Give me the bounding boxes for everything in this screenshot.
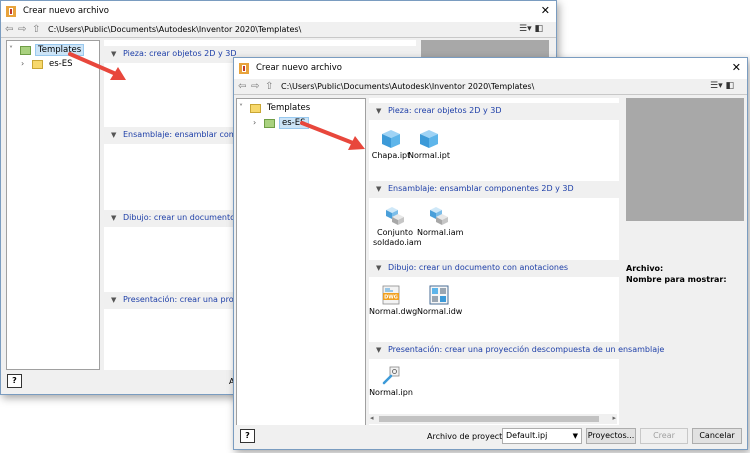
dwg-drawing-icon: DWG — [382, 285, 400, 305]
project-file-label: Archivo de proyecto: — [427, 432, 510, 441]
projects-button[interactable]: Proyectos... — [586, 428, 636, 444]
file-name: Normal.ipn — [369, 388, 413, 397]
back-window-title: Crear nuevo archivo — [23, 6, 109, 16]
annotation-arrow-2 — [300, 121, 365, 150]
front-titlebar: Crear nuevo archivo ✕ — [234, 58, 747, 79]
section-title-ensamblaje: Ensamblaje: ensamblar componentes 2D y 3… — [388, 184, 574, 193]
section-title-dibujo: Dibujo: crear un documento con anotacion… — [388, 263, 569, 272]
file-name: Conjunto soldado.iam — [373, 228, 422, 247]
presentation-icon — [382, 366, 400, 385]
scroll-left-icon[interactable]: ◂ — [370, 414, 374, 422]
folder-icon — [264, 119, 275, 128]
template-file-normal-ipn[interactable]: Normal.ipn — [369, 366, 413, 398]
collapse-triangle-icon: ▼ — [376, 264, 382, 272]
back-path-bar: ⇦ ⇨ ⇧ C:\Users\Public\Documents\Autodesk… — [1, 22, 556, 38]
back-nav-forward-icon[interactable]: ⇨ — [18, 24, 26, 35]
file-name: Normal.ipt — [408, 151, 450, 160]
back-nav-up-icon[interactable]: ⇧ — [32, 24, 40, 35]
section-header-pieza[interactable]: ▼ Pieza: crear objetos 2D y 3D — [369, 103, 619, 120]
template-file-conjunto-soldado-iam[interactable]: Conjunto soldado.iam — [373, 206, 422, 248]
inventor-app-icon — [6, 6, 16, 17]
section-header-presentacion[interactable]: ▼ Presentación: crear una proyección des… — [369, 342, 664, 359]
front-nav-up-icon[interactable]: ⇧ — [265, 81, 273, 92]
chevron-down-icon: ▼ — [572, 432, 578, 440]
file-info-label: Archivo: — [626, 264, 664, 273]
scroll-right-icon[interactable]: ▸ — [612, 414, 616, 422]
dwg-badge-text: DWG — [384, 295, 398, 301]
front-path-bar: ⇦ ⇨ ⇧ C:\Users\Public\Documents\Autodesk… — [234, 79, 747, 95]
project-file-select[interactable]: Default.ipj ▼ — [502, 428, 582, 444]
collapse-triangle-icon: ▼ — [111, 296, 117, 304]
back-folder-tree: ˅ Templates › es-ES — [6, 40, 100, 370]
back-path-text: C:\Users\Public\Documents\Autodesk\Inven… — [48, 25, 302, 34]
front-tree-label-templates: Templates — [267, 103, 311, 113]
front-template-list: ▼ Pieza: crear objetos 2D y 3D Chapa.ipt… — [369, 98, 664, 428]
collapse-chevron-icon[interactable]: ˅ — [9, 45, 18, 54]
horizontal-scrollbar[interactable]: ◂ ▸ — [369, 414, 617, 424]
expand-chevron-icon[interactable]: › — [253, 118, 262, 127]
front-view-options-icon[interactable]: ☰▾ ◧ — [710, 81, 734, 91]
back-close-icon[interactable]: ✕ — [541, 4, 550, 17]
preview-pane — [626, 98, 744, 221]
front-nav-back-icon[interactable]: ⇦ — [238, 81, 246, 92]
template-file-normal-iam[interactable]: Normal.iam — [417, 206, 464, 238]
collapse-triangle-icon: ▼ — [376, 185, 382, 193]
section-title-pieza: Pieza: crear objetos 2D y 3D — [388, 106, 502, 115]
front-path-text: C:\Users\Public\Documents\Autodesk\Inven… — [281, 82, 535, 91]
collapse-triangle-icon: ▼ — [111, 131, 117, 139]
create-button[interactable]: Crear — [640, 428, 688, 444]
back-section-title: Pieza: crear objetos 2D y 3D — [123, 49, 237, 58]
front-close-icon[interactable]: ✕ — [732, 61, 741, 74]
display-name-label: Nombre para mostrar: — [626, 275, 727, 284]
template-file-normal-ipt[interactable]: Normal.ipt — [407, 129, 451, 161]
assembly-icon — [386, 207, 404, 225]
front-dialog-window: Crear nuevo archivo ✕ ⇦ ⇨ ⇧ C:\Users\Pub… — [233, 57, 748, 450]
section-title-presentacion: Presentación: crear una proyección desco… — [388, 345, 665, 354]
file-name: Normal.idw — [417, 307, 463, 316]
folder-icon — [250, 104, 261, 113]
assembly-icon — [430, 207, 448, 225]
template-file-normal-idw[interactable]: Normal.idw — [417, 285, 463, 317]
scrollbar-thumb[interactable] — [379, 416, 599, 422]
part-cube-icon — [382, 130, 400, 148]
back-view-options-icon[interactable]: ☰▾ ◧ — [519, 24, 543, 34]
folder-icon — [20, 46, 31, 55]
idw-drawing-icon — [429, 285, 449, 305]
expand-chevron-icon[interactable]: › — [21, 59, 30, 68]
annotation-arrow-1 — [68, 52, 126, 80]
cancel-button[interactable]: Cancelar — [692, 428, 742, 444]
front-window-title: Crear nuevo archivo — [256, 63, 342, 73]
template-file-normal-dwg[interactable]: DWG Normal.dwg — [369, 285, 418, 317]
project-file-value: Default.ipj — [506, 431, 548, 440]
back-nav-back-icon[interactable]: ⇦ — [5, 24, 13, 35]
file-name: Normal.dwg — [369, 307, 418, 316]
front-nav-forward-icon[interactable]: ⇨ — [251, 81, 259, 92]
section-header-ensamblaje[interactable]: ▼ Ensamblaje: ensamblar componentes 2D y… — [369, 181, 619, 198]
collapse-triangle-icon: ▼ — [111, 214, 117, 222]
inventor-app-icon — [239, 63, 249, 74]
folder-icon — [32, 60, 43, 69]
section-header-dibujo[interactable]: ▼ Dibujo: crear un documento con anotaci… — [369, 260, 619, 277]
front-bottom-bar: ? Archivo de proyecto: Default.ipj ▼ Pro… — [234, 425, 747, 449]
help-button[interactable]: ? — [240, 429, 255, 443]
back-titlebar: Crear nuevo archivo ✕ — [1, 1, 556, 22]
collapse-chevron-icon[interactable]: ˅ — [239, 103, 248, 112]
collapse-triangle-icon: ▼ — [376, 346, 382, 354]
part-cube-icon — [420, 130, 438, 148]
back-help-button[interactable]: ? — [7, 374, 22, 388]
collapse-triangle-icon: ▼ — [376, 107, 382, 115]
file-name: Normal.iam — [417, 228, 464, 237]
